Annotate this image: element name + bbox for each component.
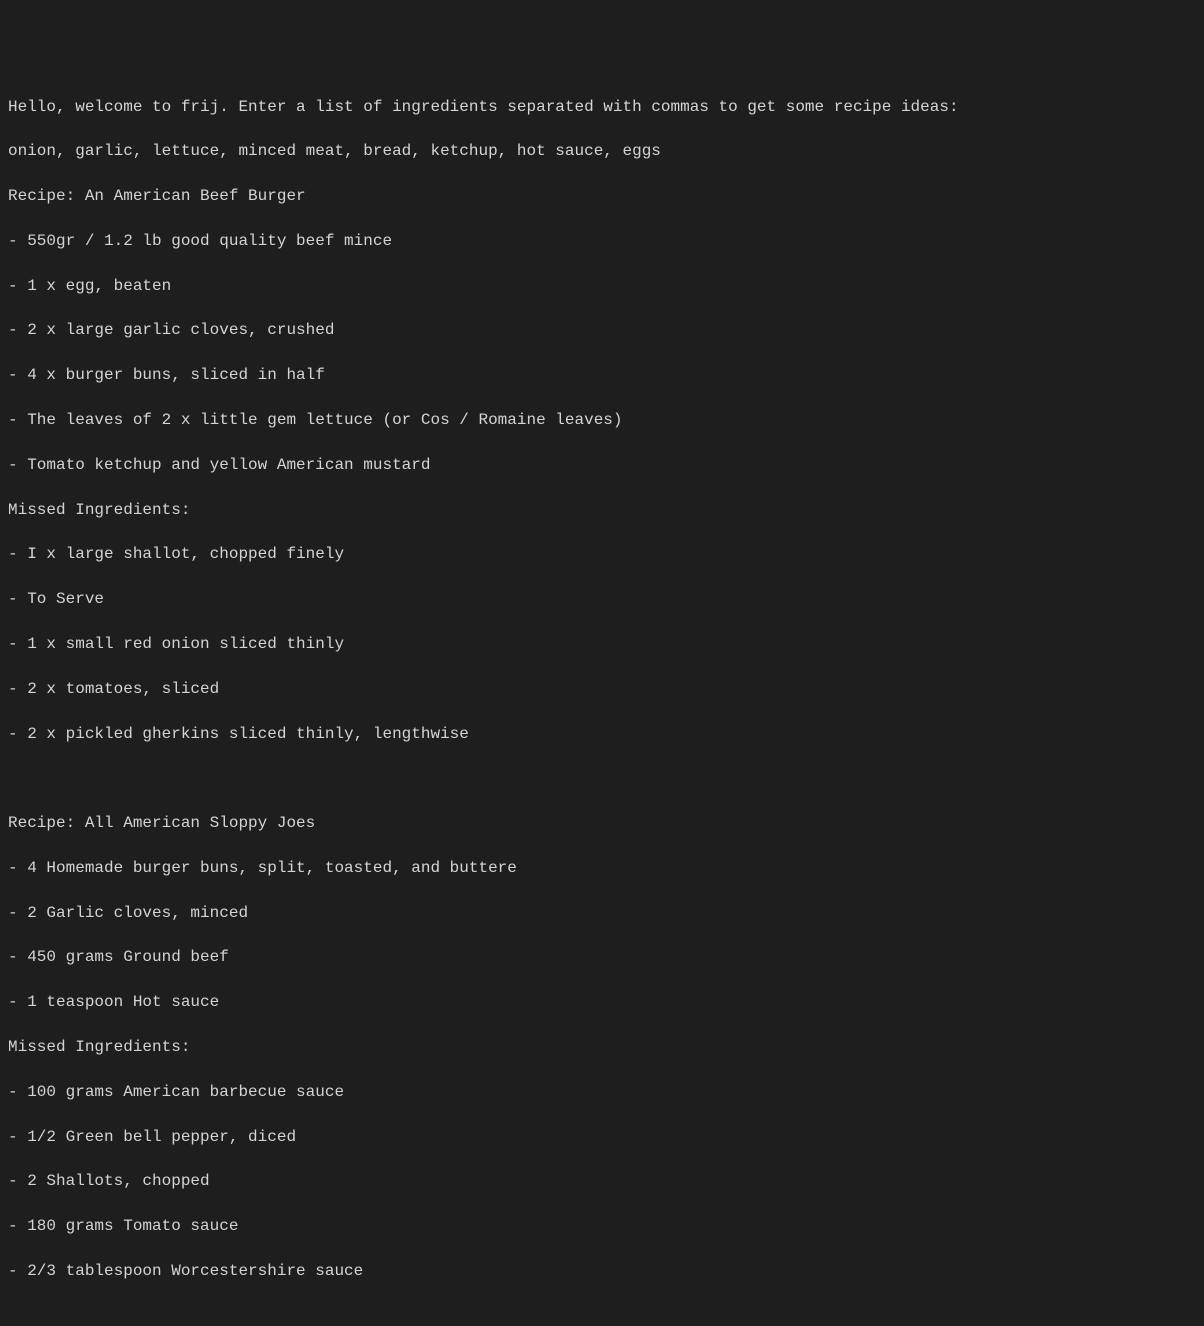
ingredient-line: - Tomato ketchup and yellow American mus… — [8, 454, 1196, 476]
ingredient-line: - 2 Garlic cloves, minced — [8, 902, 1196, 924]
ingredient-line: - 4 Homemade burger buns, split, toasted… — [8, 857, 1196, 879]
recipe-title: Recipe: All American Sloppy Joes — [8, 812, 1196, 834]
missed-ingredient-line: - 2 x tomatoes, sliced — [8, 678, 1196, 700]
missed-ingredient-line: - 2 x pickled gherkins sliced thinly, le… — [8, 723, 1196, 745]
ingredient-line: - 550gr / 1.2 lb good quality beef mince — [8, 230, 1196, 252]
missed-ingredient-line: - 1/2 Green bell pepper, diced — [8, 1126, 1196, 1148]
missed-ingredient-line: - 100 grams American barbecue sauce — [8, 1081, 1196, 1103]
ingredient-line: - 1 teaspoon Hot sauce — [8, 991, 1196, 1013]
recipe-title: Recipe: An American Beef Burger — [8, 185, 1196, 207]
missed-ingredient-line: - 2/3 tablespoon Worcestershire sauce — [8, 1260, 1196, 1282]
welcome-message: Hello, welcome to frij. Enter a list of … — [8, 96, 1196, 118]
missed-ingredient-line: - 1 x small red onion sliced thinly — [8, 633, 1196, 655]
missed-ingredient-line: - To Serve — [8, 588, 1196, 610]
ingredient-line: - 1 x egg, beaten — [8, 275, 1196, 297]
missed-header: Missed Ingredients: — [8, 499, 1196, 521]
missed-ingredient-line: - 180 grams Tomato sauce — [8, 1215, 1196, 1237]
user-input: onion, garlic, lettuce, minced meat, bre… — [8, 140, 1196, 162]
ingredient-line: - The leaves of 2 x little gem lettuce (… — [8, 409, 1196, 431]
missed-ingredient-line: - 2 Shallots, chopped — [8, 1170, 1196, 1192]
ingredient-line: - 2 x large garlic cloves, crushed — [8, 319, 1196, 341]
missed-ingredient-line: - I x large shallot, chopped finely — [8, 543, 1196, 565]
blank-line — [8, 767, 1196, 789]
missed-header: Missed Ingredients: — [8, 1036, 1196, 1058]
ingredient-line: - 450 grams Ground beef — [8, 946, 1196, 968]
ingredient-line: - 4 x burger buns, sliced in half — [8, 364, 1196, 386]
